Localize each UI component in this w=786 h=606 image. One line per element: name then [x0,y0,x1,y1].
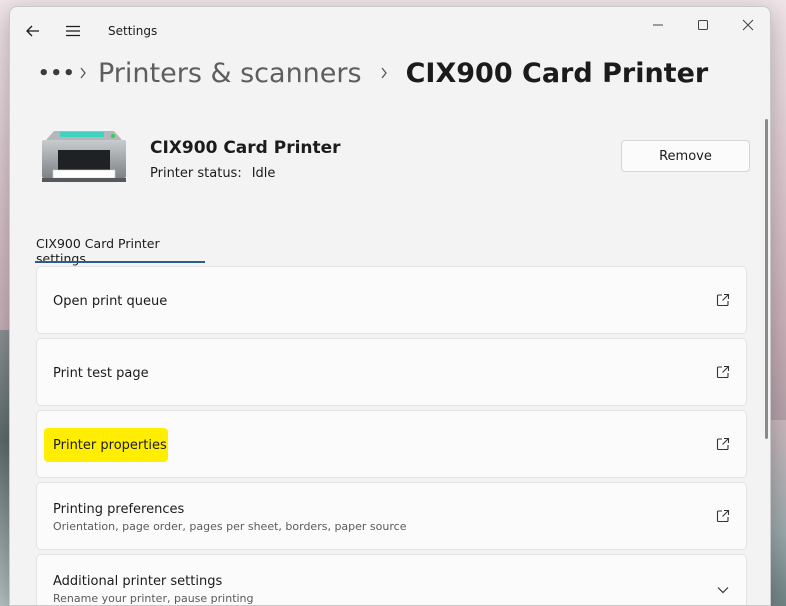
printer-status: Printer status: Idle [150,166,275,181]
settings-item-printing-preferences[interactable]: Printing preferences Orientation, page o… [36,482,747,550]
printer-name: CIX900 Card Printer [150,138,341,158]
open-external-icon [716,293,730,307]
breadcrumb-separator [362,67,406,79]
remove-printer-button[interactable]: Remove [621,140,750,172]
chevron-right-icon [381,67,387,79]
chevron-right-icon [80,67,86,79]
printer-status-label: Printer status: [150,166,242,181]
close-icon [742,19,754,31]
app-title: Settings [108,24,158,38]
printer-icon [42,131,126,182]
settings-item-title: Printer properties [53,438,167,453]
settings-item-title: Print test page [53,366,149,381]
breadcrumb-printers-scanners[interactable]: Printers & scanners [98,58,362,89]
breadcrumb-separator [68,67,98,79]
settings-window: Settings ••• Printers & scanners CIX900 … [9,6,771,606]
maximize-button[interactable] [683,11,723,39]
maximize-icon [698,20,708,30]
back-button[interactable] [20,19,46,43]
printer-header: CIX900 Card Printer Printer status: Idle… [40,125,750,195]
open-external-icon [716,365,730,379]
chevron-down-icon [717,587,729,594]
close-button[interactable] [728,11,768,39]
page-title: CIX900 Card Printer [405,57,709,89]
minimize-icon [653,24,663,26]
settings-item-additional-printer-settings[interactable]: Additional printer settings Rename your … [36,554,747,605]
settings-item-open-print-queue[interactable]: Open print queue [36,266,747,334]
navigation-menu-button[interactable] [60,19,86,43]
settings-item-subtitle: Orientation, page order, pages per sheet… [53,520,407,533]
hamburger-menu-icon [66,25,80,37]
title-bar: Settings [10,7,770,55]
vertical-scrollbar[interactable] [765,119,768,439]
back-arrow-icon [26,25,39,37]
settings-item-subtitle: Rename your printer, pause printing [53,592,254,605]
breadcrumb: ••• Printers & scanners CIX900 Card Prin… [38,53,708,93]
open-external-icon [716,509,730,523]
settings-item-title: Printing preferences [53,502,185,517]
tab-selected-indicator [35,261,205,263]
section-tab-printer-settings[interactable]: CIX900 Card Printer settings [35,233,205,266]
settings-item-title: Additional printer settings [53,574,223,589]
printer-status-value: Idle [251,166,276,181]
settings-item-title: Open print queue [53,294,168,309]
settings-item-print-test-page[interactable]: Print test page [36,338,747,406]
settings-item-printer-properties[interactable]: Printer properties [36,410,747,478]
desktop-background-right [770,420,786,606]
open-external-icon [716,437,730,451]
breadcrumb-more-button[interactable]: ••• [38,63,75,84]
minimize-button[interactable] [638,11,678,39]
